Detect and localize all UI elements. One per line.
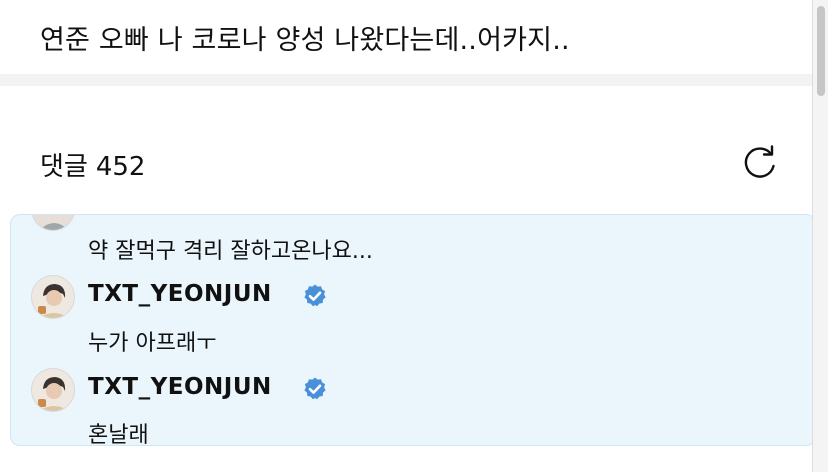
- refresh-icon: [744, 145, 775, 178]
- reply-author-row: TXT_YEONJUN: [31, 275, 731, 319]
- comments-label: 댓글: [40, 152, 88, 182]
- highlighted-comment-thread: 약 잘먹구 격리 잘하고온나요... TXT_YEONJUN 누가 아프래ㅜ T…: [10, 214, 816, 446]
- author-name[interactable]: TXT_YEONJUN: [88, 281, 272, 307]
- verified-badge-icon: [304, 377, 326, 400]
- comments-header: 댓글 452: [0, 86, 812, 214]
- verified-badge-icon: [304, 284, 326, 307]
- scrollbar-thumb[interactable]: [817, 6, 825, 96]
- avatar[interactable]: [31, 368, 75, 412]
- reply-text: 약 잘먹구 격리 잘하고온나요...: [88, 239, 373, 264]
- reply-author-row: TXT_YEONJUN: [31, 368, 731, 412]
- author-name[interactable]: TXT_YEONJUN: [88, 374, 272, 400]
- comments-count: 452: [95, 152, 146, 182]
- reply-text: 혼날래: [88, 423, 149, 446]
- comments-title: 댓글 452: [40, 146, 145, 183]
- post-text: 연준 오빠 나 코로나 양성 나왔다는데..어카지..: [40, 25, 570, 56]
- section-divider: [0, 74, 812, 86]
- reply-text: 누가 아프래ㅜ: [88, 331, 217, 356]
- refresh-button[interactable]: [738, 142, 782, 182]
- avatar[interactable]: [31, 215, 75, 231]
- vertical-scrollbar[interactable]: [812, 0, 828, 472]
- post-detail-page: 연준 오빠 나 코로나 양성 나왔다는데..어카지.. 댓글 452 약 잘먹구 …: [0, 0, 816, 472]
- avatar[interactable]: [31, 275, 75, 319]
